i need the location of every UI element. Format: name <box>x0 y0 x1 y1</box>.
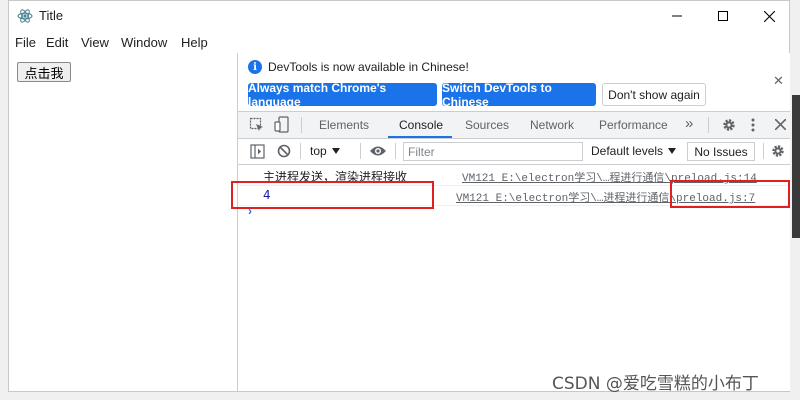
menu-bar: File Edit View Window Help <box>9 31 239 55</box>
inspect-element-icon[interactable] <box>249 117 265 133</box>
menu-help[interactable]: Help <box>181 35 208 50</box>
close-devtools-icon[interactable] <box>775 119 786 130</box>
electron-app-icon <box>17 9 33 23</box>
highlight-box-value <box>231 181 434 209</box>
background-window-edge <box>792 95 800 238</box>
highlight-box-source <box>670 180 790 208</box>
toolbar-separator <box>708 117 709 133</box>
maximize-icon <box>718 11 728 21</box>
active-tab-indicator <box>388 136 452 138</box>
show-sidebar-icon[interactable] <box>250 144 265 159</box>
devtools-tab-bar: Elements Console Sources Network Perform… <box>238 112 790 139</box>
tab-network[interactable]: Network <box>530 118 574 132</box>
toolbar-separator <box>763 143 764 159</box>
info-icon: i <box>248 60 262 74</box>
title-bar[interactable]: Title <box>9 1 789 31</box>
switch-to-chinese-button[interactable]: Switch DevTools to Chinese <box>442 81 596 109</box>
menu-window[interactable]: Window <box>121 35 167 50</box>
minimize-button[interactable] <box>655 1 699 31</box>
dropdown-arrow-icon <box>668 148 677 154</box>
tab-elements[interactable]: Elements <box>319 118 369 132</box>
toolbar-separator <box>301 117 302 133</box>
close-icon <box>763 10 775 22</box>
infobar-close-icon[interactable]: ✕ <box>773 73 784 89</box>
more-options-icon[interactable] <box>750 117 756 133</box>
toolbar-separator <box>360 143 361 159</box>
device-toolbar-icon[interactable] <box>274 116 290 134</box>
log-levels-label: Default levels <box>591 144 664 158</box>
language-infobar: i DevTools is now available in Chinese! … <box>238 53 790 112</box>
tab-performance[interactable]: Performance <box>599 118 668 132</box>
devtools-panel: i DevTools is now available in Chinese! … <box>237 53 790 391</box>
menu-edit[interactable]: Edit <box>46 35 68 50</box>
dropdown-arrow-icon <box>331 148 340 154</box>
issues-button[interactable]: No Issues <box>687 142 755 161</box>
window-title: Title <box>39 8 64 23</box>
minimize-icon <box>672 15 682 17</box>
dont-show-again-button[interactable]: Don't show again <box>602 83 706 106</box>
maximize-button[interactable] <box>701 1 745 31</box>
console-filter-input[interactable] <box>403 142 583 161</box>
toolbar-separator <box>395 143 396 159</box>
settings-gear-icon[interactable] <box>721 117 737 133</box>
menu-view[interactable]: View <box>81 35 109 50</box>
console-settings-gear-icon[interactable] <box>770 143 786 159</box>
clear-console-icon[interactable] <box>277 144 291 158</box>
context-label: top <box>310 144 327 158</box>
watermark: CSDN @爱吃雪糕的小布丁 <box>552 374 759 394</box>
live-expression-eye-icon[interactable] <box>369 145 387 157</box>
log-levels-dropdown[interactable]: Default levels <box>591 144 677 158</box>
console-toolbar: top Default levels No Issues <box>238 139 790 165</box>
toolbar-separator <box>300 143 301 159</box>
app-content: 点击我 <box>9 55 237 391</box>
close-window-button[interactable] <box>747 1 791 31</box>
click-me-button[interactable]: 点击我 <box>17 62 71 82</box>
source-link-prefix: VM121 E:\electron学习\…进程进行通信 <box>456 193 670 205</box>
menu-file[interactable]: File <box>15 35 36 50</box>
context-selector[interactable]: top <box>310 144 340 158</box>
more-tabs-icon[interactable]: » <box>685 115 693 132</box>
tab-console[interactable]: Console <box>399 118 443 132</box>
tab-sources[interactable]: Sources <box>465 118 509 132</box>
infobar-message: DevTools is now available in Chinese! <box>268 60 469 74</box>
match-language-button[interactable]: Always match Chrome's language <box>248 81 437 109</box>
